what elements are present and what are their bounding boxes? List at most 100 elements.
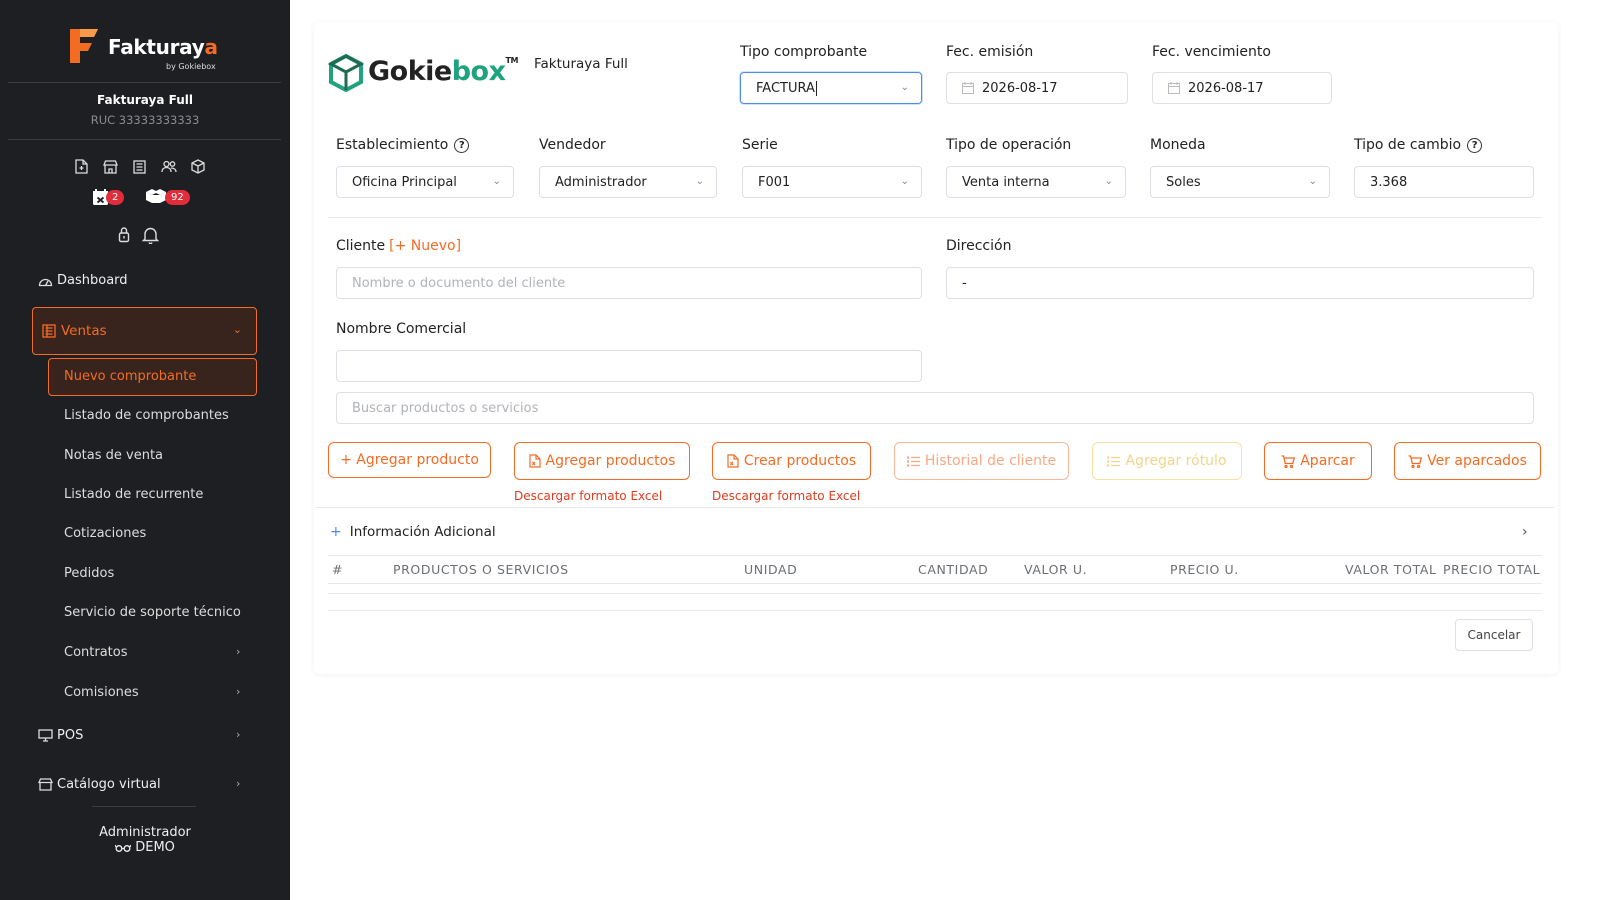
informacion-adicional-toggle[interactable]: + Información Adicional — [330, 524, 496, 540]
boxes-alert[interactable]: 92 — [144, 186, 190, 208]
nombre-comercial-label: Nombre Comercial — [336, 321, 467, 337]
notification-badges: 2 92 — [92, 186, 202, 210]
cliente-input[interactable]: Nombre o documento del cliente — [336, 267, 922, 299]
chevron-down-icon: ⌄ — [1308, 176, 1317, 187]
fec-emision-input[interactable]: 2026-08-17 — [946, 72, 1128, 104]
serie-label: Serie — [742, 137, 778, 153]
direccion-label: Dirección — [946, 238, 1012, 254]
divider — [92, 806, 196, 807]
gokiebox-logo-icon — [328, 54, 364, 92]
help-icon[interactable]: ? — [454, 137, 470, 153]
cart-icon — [1408, 454, 1423, 468]
sidebar-item-comisiones[interactable]: Comisiones — [64, 685, 139, 700]
moneda-label: Moneda — [1150, 137, 1206, 153]
glasses-icon — [114, 844, 132, 852]
user-role[interactable]: DEMO — [0, 840, 290, 855]
nav-catalogo-virtual[interactable]: Catálogo virtual — [38, 777, 161, 792]
direccion-input[interactable]: - — [946, 267, 1534, 299]
sidebar-item-cotizaciones[interactable]: Cotizaciones — [64, 526, 146, 541]
help-icon[interactable]: ? — [1467, 137, 1483, 153]
tipo-comprobante-select[interactable]: FACTURA ⌄ — [740, 72, 922, 104]
sidebar-item-nuevo-comprobante[interactable]: Nuevo comprobante — [48, 358, 257, 396]
fakturaya-logo-icon — [70, 29, 98, 63]
users-icon[interactable] — [159, 157, 178, 176]
agregar-producto-button[interactable]: + Agregar producto — [328, 442, 491, 478]
divider — [8, 82, 281, 83]
fec-vencimiento-input[interactable]: 2026-08-17 — [1152, 72, 1332, 104]
tipo-cambio-input[interactable]: 3.368 — [1354, 166, 1534, 198]
list-icon — [1107, 455, 1121, 467]
column-header-unidad: UNIDAD — [744, 562, 798, 577]
nav-pos[interactable]: POS — [38, 728, 83, 743]
calendar-badge: 2 — [106, 189, 125, 205]
sales-icon — [42, 324, 58, 338]
nombre-comercial-input[interactable] — [336, 350, 922, 382]
sidebar-item-listado-recurrente[interactable]: Listado de recurrente — [64, 487, 203, 502]
sidebar-item-listado-comprobantes[interactable]: Listado de comprobantes — [64, 408, 229, 423]
nav-ventas[interactable]: Ventas ⌄ — [32, 307, 257, 355]
serie-select[interactable]: F001 ⌄ — [742, 166, 922, 198]
package-icon[interactable] — [188, 157, 207, 176]
document-icon[interactable] — [72, 157, 91, 176]
calendar-icon — [1168, 82, 1180, 94]
file-excel-icon — [727, 454, 739, 468]
chevron-right-icon[interactable]: › — [1522, 524, 1528, 540]
company-logo: GokieboxTM — [328, 52, 518, 94]
column-header-cantidad: CANTIDAD — [918, 562, 989, 577]
plan-name: Fakturaya Full — [534, 56, 628, 72]
tipo-operacion-select[interactable]: Venta interna ⌄ — [946, 166, 1126, 198]
chevron-right-icon: › — [236, 777, 241, 790]
chevron-down-icon: ⌄ — [695, 176, 704, 187]
column-header-index: # — [332, 562, 344, 577]
cart-icon — [1281, 454, 1296, 468]
divider — [328, 593, 1542, 594]
chevron-down-icon: ⌄ — [492, 176, 501, 187]
buscar-productos-input[interactable]: Buscar productos o servicios — [336, 392, 1534, 424]
historial-cliente-button[interactable]: Historial de cliente — [894, 442, 1069, 480]
calendar-icon — [962, 82, 974, 94]
file-excel-icon — [528, 454, 541, 468]
calendar-alert[interactable]: 2 — [92, 186, 125, 208]
nuevo-cliente-link[interactable]: [+ Nuevo] — [389, 238, 461, 254]
column-header-valor-total: VALOR TOTAL — [1345, 562, 1437, 577]
company-ruc: RUC 33333333333 — [90, 113, 200, 127]
sidebar-item-pedidos[interactable]: Pedidos — [64, 566, 114, 581]
ver-aparcados-button[interactable]: Ver aparcados — [1394, 442, 1541, 480]
sidebar-item-soporte-tecnico[interactable]: Servicio de soporte técnico — [64, 605, 241, 620]
chevron-right-icon: › — [236, 645, 241, 658]
tipo-cambio-label: Tipo de cambio? — [1354, 137, 1483, 153]
crear-productos-button[interactable]: Crear productos — [712, 442, 871, 480]
chevron-down-icon: ⌄ — [232, 323, 242, 336]
column-header-productos: PRODUCTOS O SERVICIOS — [393, 562, 569, 577]
establecimiento-select[interactable]: Oficina Principal ⌄ — [336, 166, 514, 198]
vendedor-select[interactable]: Administrador ⌄ — [539, 166, 717, 198]
gauge-icon — [38, 274, 54, 288]
plus-icon: + — [330, 524, 342, 540]
moneda-select[interactable]: Soles ⌄ — [1150, 166, 1330, 198]
aparcar-button[interactable]: Aparcar — [1264, 442, 1372, 480]
cancel-button[interactable]: Cancelar — [1455, 619, 1533, 651]
monitor-icon — [38, 729, 54, 743]
nav-dashboard[interactable]: Dashboard — [38, 273, 128, 288]
tipo-operacion-label: Tipo de operación — [946, 137, 1072, 153]
bell-icon[interactable] — [141, 226, 160, 248]
descargar-excel-link[interactable]: Descargar formato Excel — [712, 489, 860, 503]
divider — [328, 610, 1542, 611]
utility-icons — [118, 226, 160, 248]
lock-icon[interactable] — [118, 226, 130, 248]
agregar-productos-button[interactable]: Agregar productos — [514, 442, 690, 480]
column-header-precio-total: PRECIO TOTAL — [1443, 562, 1541, 577]
sidebar-item-contratos[interactable]: Contratos — [64, 645, 128, 660]
company-logo-text: GokieboxTM — [368, 56, 518, 87]
app-logo[interactable]: Fakturaya by Gokiebox — [68, 25, 228, 73]
sidebar-item-notas-venta[interactable]: Notas de venta — [64, 448, 163, 463]
user-name: Administrador — [99, 825, 191, 840]
divider — [328, 583, 1542, 584]
store-icon[interactable] — [101, 157, 120, 176]
app-name: Fakturaya — [108, 35, 218, 59]
descargar-excel-link[interactable]: Descargar formato Excel — [514, 489, 662, 503]
agregar-rotulo-button[interactable]: Agregar rótulo — [1092, 442, 1242, 480]
nav-ventas-label: Ventas — [61, 323, 107, 339]
list-document-icon[interactable] — [130, 157, 149, 176]
column-header-valor-unitario: VALOR U. — [1024, 562, 1088, 577]
